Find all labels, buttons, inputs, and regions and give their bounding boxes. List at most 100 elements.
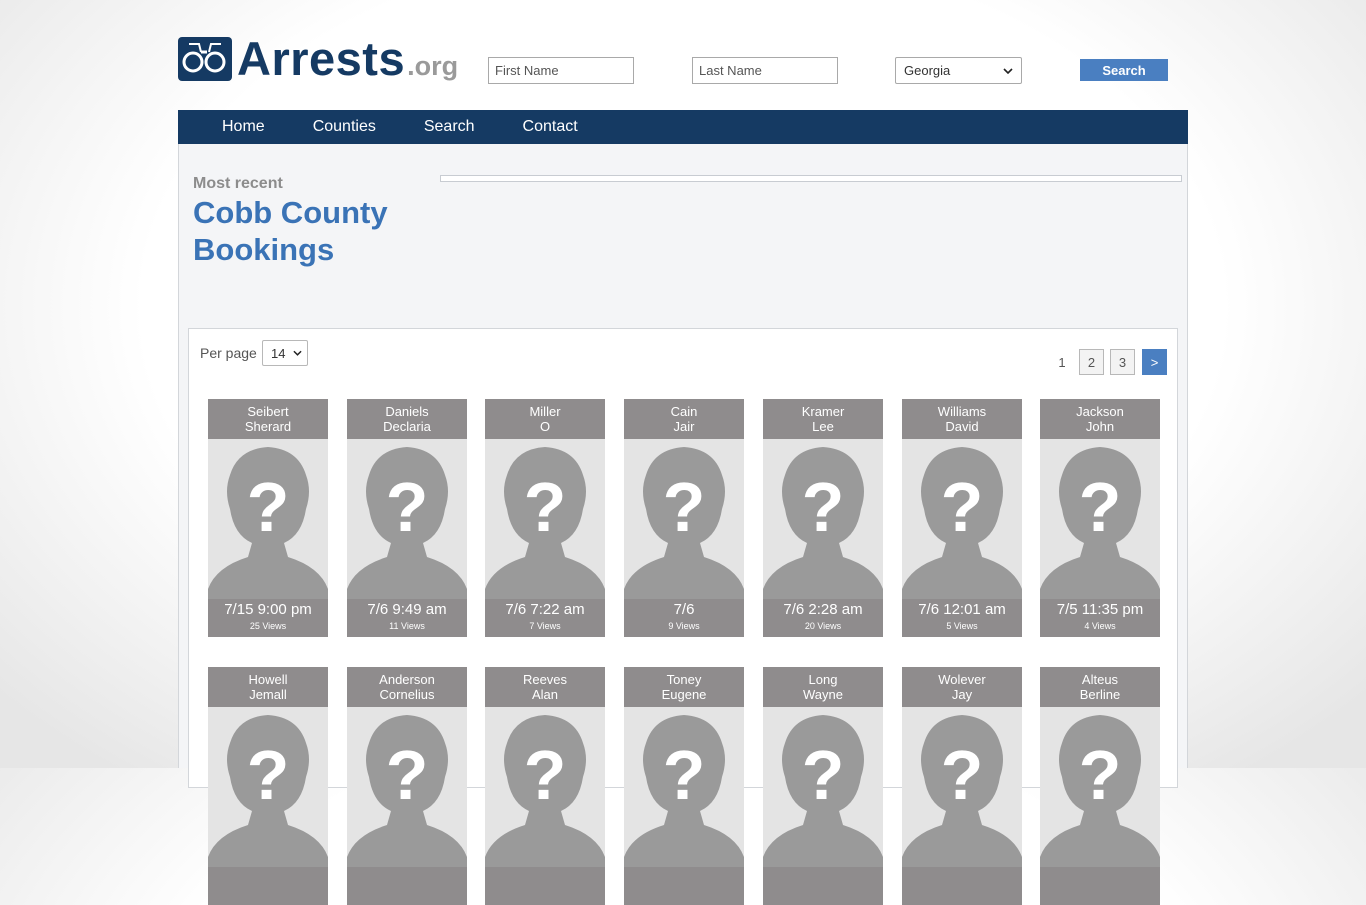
handcuffs-logo-icon [178, 37, 232, 81]
unknown-person-icon: ? [1040, 707, 1160, 867]
nav-contact[interactable]: Contact [523, 110, 578, 144]
booking-date: 7/6 7:22 am [505, 601, 585, 618]
booking-card[interactable]: Anderson Cornelius? [347, 667, 467, 905]
svg-text:?: ? [524, 468, 567, 546]
nav-search[interactable]: Search [424, 110, 475, 144]
unknown-person-icon: ? [208, 439, 328, 599]
last-name-input[interactable]: Last Name [692, 57, 838, 84]
booking-name: Toney Eugene [624, 667, 744, 707]
unknown-person-icon: ? [485, 707, 605, 867]
unknown-person-icon: ? [208, 707, 328, 867]
unknown-person-icon: ? [763, 707, 883, 867]
search-button[interactable]: Search [1080, 59, 1168, 81]
booking-card[interactable]: Toney Eugene? [624, 667, 744, 905]
unknown-person-icon: ? [624, 707, 744, 867]
booking-card[interactable]: Wolever Jay? [902, 667, 1022, 905]
booking-name: Seibert Sherard [208, 399, 328, 439]
booking-last-name: Miller [529, 404, 561, 419]
bookings-panel: Per page 14 1 2 3 > Seibert Sherard? 7/15 … [188, 328, 1178, 905]
pagination-current: 1 [1058, 354, 1066, 370]
booking-views: 4 Views [1084, 621, 1116, 631]
booking-date [208, 867, 328, 868]
booking-photo: ? [485, 439, 605, 599]
booking-footer [763, 867, 883, 905]
booking-name: Williams David [902, 399, 1022, 439]
booking-footer [347, 867, 467, 905]
booking-date: 7/6 2:28 am [783, 601, 863, 618]
svg-text:?: ? [524, 736, 567, 814]
booking-footer: 7/6 9 Views [624, 599, 744, 637]
booking-first-name: John [1085, 419, 1115, 434]
booking-views: 11 Views [389, 621, 425, 631]
booking-last-name: Long [808, 672, 838, 687]
booking-photo: ? [1040, 707, 1160, 867]
booking-card[interactable]: Alteus Berline? [1040, 667, 1160, 905]
unknown-person-icon: ? [347, 439, 467, 599]
booking-footer: 7/5 11:35 pm 4 Views [1040, 599, 1160, 637]
chevron-down-icon [293, 350, 302, 356]
booking-date: 7/6 [673, 601, 695, 618]
booking-views: 7 Views [529, 621, 561, 631]
booking-last-name: Wolever [938, 672, 986, 687]
booking-photo: ? [208, 439, 328, 599]
booking-date: 7/5 11:35 pm [1056, 601, 1144, 618]
first-name-placeholder: First Name [495, 63, 559, 78]
booking-last-name: Jackson [1076, 404, 1124, 419]
pagination-page-3[interactable]: 3 [1110, 349, 1135, 375]
per-page-select[interactable]: 14 [262, 340, 308, 366]
booking-card[interactable]: Jackson John? 7/5 11:35 pm 4 Views [1040, 399, 1160, 637]
svg-text:?: ? [386, 736, 429, 814]
booking-photo: ? [1040, 439, 1160, 599]
svg-text:?: ? [1079, 468, 1122, 546]
booking-photo: ? [208, 707, 328, 867]
booking-card[interactable]: Miller O? 7/6 7:22 am 7 Views [485, 399, 605, 637]
booking-photo: ? [763, 439, 883, 599]
first-name-input[interactable]: First Name [488, 57, 634, 84]
booking-first-name: Berline [1079, 687, 1121, 702]
booking-first-name: Jair [673, 419, 695, 434]
svg-text:?: ? [802, 736, 845, 814]
booking-photo: ? [347, 439, 467, 599]
chevron-down-icon [1003, 67, 1013, 74]
pagination-next[interactable]: > [1142, 349, 1167, 375]
booking-footer [1040, 867, 1160, 905]
booking-card[interactable]: Howell Jemall? [208, 667, 328, 905]
booking-card[interactable]: Kramer Lee? 7/6 2:28 am 20 Views [763, 399, 883, 637]
booking-name: Miller O [485, 399, 605, 439]
booking-card[interactable]: Williams David? 7/6 12:01 am 5 Views [902, 399, 1022, 637]
booking-views: 9 Views [668, 621, 700, 631]
booking-first-name: Jay [951, 687, 973, 702]
booking-card[interactable]: Seibert Sherard? 7/15 9:00 pm 25 Views [208, 399, 328, 637]
site-logo[interactable]: Arrests .org [178, 35, 458, 82]
main-nav: Home Counties Search Contact [178, 110, 1188, 144]
nav-home[interactable]: Home [222, 110, 265, 144]
booking-card[interactable]: Cain Jair? 7/6 9 Views [624, 399, 744, 637]
nav-counties[interactable]: Counties [313, 110, 376, 144]
unknown-person-icon: ? [902, 439, 1022, 599]
booking-name: Daniels Declaria [347, 399, 467, 439]
booking-footer [902, 867, 1022, 905]
pagination-page-2[interactable]: 2 [1079, 349, 1104, 375]
booking-date [902, 867, 1022, 868]
booking-date [763, 867, 883, 868]
booking-name: Reeves Alan [485, 667, 605, 707]
svg-text:?: ? [247, 736, 290, 814]
unknown-person-icon: ? [1040, 439, 1160, 599]
booking-name: Kramer Lee [763, 399, 883, 439]
booking-last-name: Howell [248, 672, 288, 687]
booking-card[interactable]: Daniels Declaria? 7/6 9:49 am 11 Views [347, 399, 467, 637]
unknown-person-icon: ? [347, 707, 467, 867]
booking-last-name: Daniels [385, 404, 429, 419]
booking-card[interactable]: Long Wayne? [763, 667, 883, 905]
booking-name: Wolever Jay [902, 667, 1022, 707]
booking-footer [624, 867, 744, 905]
svg-text:?: ? [663, 468, 706, 546]
booking-first-name: O [539, 419, 551, 434]
booking-footer: 7/6 9:49 am 11 Views [347, 599, 467, 637]
state-select[interactable]: Georgia [895, 57, 1022, 84]
booking-card[interactable]: Reeves Alan? [485, 667, 605, 905]
svg-text:?: ? [386, 468, 429, 546]
booking-footer [208, 867, 328, 905]
booking-last-name: Toney [666, 672, 702, 687]
booking-photo: ? [624, 707, 744, 867]
